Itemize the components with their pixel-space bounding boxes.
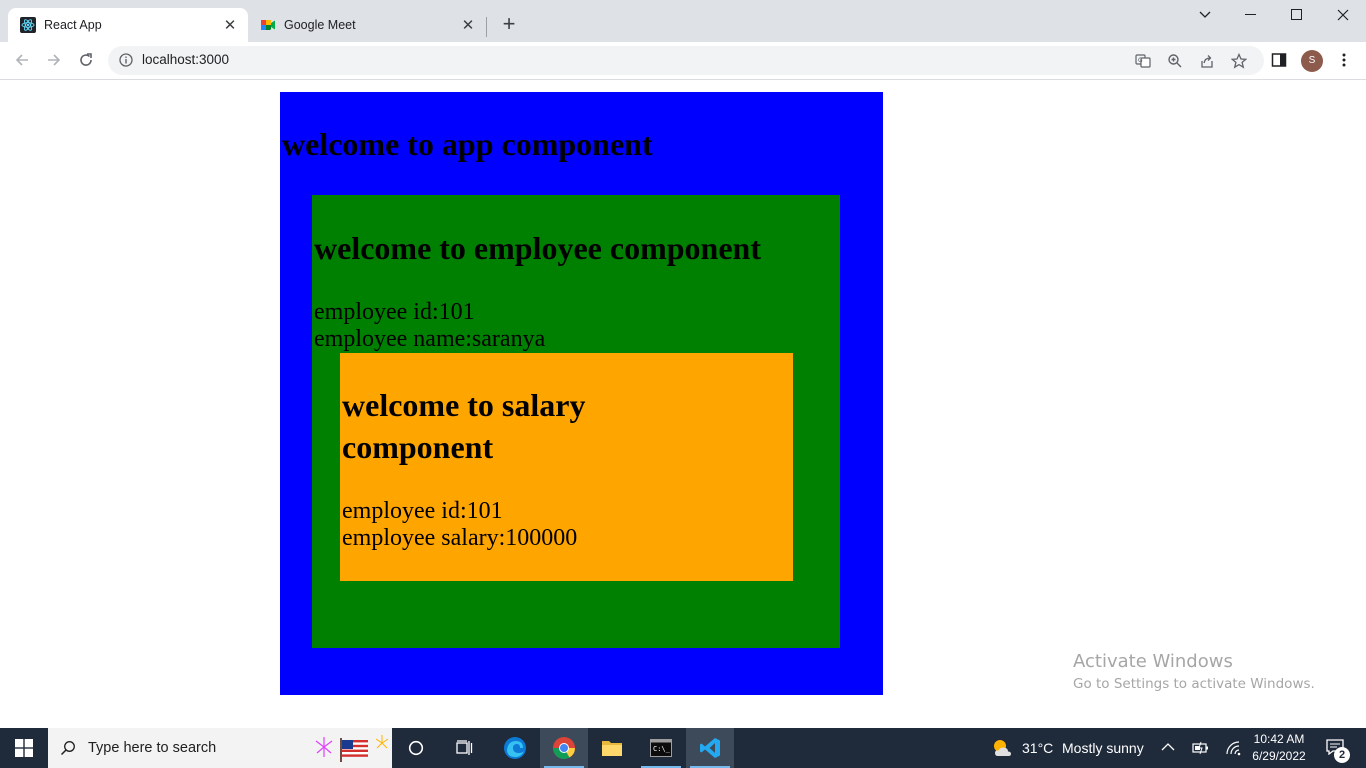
employee-heading: welcome to employee component — [314, 230, 761, 266]
tab-strip: React App ✕ Google Meet ✕ + — [0, 0, 1366, 42]
taskbar-clock[interactable]: 10:42 AM 6/29/2022 — [1246, 731, 1312, 765]
employee-id: employee id:101 — [314, 299, 475, 325]
command-prompt-icon[interactable]: C:\_ — [637, 728, 685, 768]
chrome-browser-icon[interactable] — [540, 728, 588, 768]
salary-employee-id: employee id:101 — [342, 498, 503, 524]
tab-title: React App — [44, 18, 102, 32]
zoom-icon[interactable] — [1167, 53, 1183, 69]
tab-google-meet[interactable]: Google Meet ✕ — [248, 8, 486, 42]
close-window-icon[interactable] — [1320, 0, 1366, 30]
menu-kebab-icon[interactable] — [1336, 52, 1352, 68]
taskbar-search-box[interactable]: Type here to search — [48, 728, 392, 768]
url-text: localhost:3000 — [142, 52, 230, 67]
weather-temp[interactable]: 31°C — [1022, 740, 1053, 756]
bookmark-star-icon[interactable] — [1231, 53, 1247, 69]
svg-text:C:\_: C:\_ — [653, 745, 671, 753]
back-arrow-icon[interactable] — [8, 46, 36, 74]
search-icon — [60, 741, 75, 756]
tab-close-icon[interactable]: ✕ — [220, 15, 240, 35]
svg-text:G: G — [1138, 57, 1143, 64]
new-tab-button[interactable]: + — [498, 13, 520, 36]
watermark-subtitle: Go to Settings to activate Windows. — [1073, 676, 1315, 692]
activate-windows-watermark: Activate Windows Go to Settings to activ… — [1073, 651, 1315, 692]
vscode-icon[interactable] — [686, 728, 734, 768]
address-bar[interactable]: localhost:3000 G — [108, 46, 1264, 75]
reload-icon[interactable] — [72, 46, 100, 74]
taskbar: Type here to search C:\_ 31°C Mostly sun… — [0, 728, 1366, 768]
notification-center-button[interactable]: 2 — [1318, 728, 1366, 768]
windows-start-icon[interactable] — [0, 728, 48, 768]
edge-browser-icon[interactable] — [491, 728, 539, 768]
task-view-icon[interactable] — [440, 728, 488, 768]
chevron-up-icon[interactable] — [1161, 742, 1175, 752]
google-meet-icon — [261, 20, 275, 30]
minimize-icon[interactable] — [1228, 0, 1274, 30]
battery-icon[interactable] — [1192, 741, 1210, 755]
translate-icon[interactable]: G — [1135, 53, 1151, 69]
wifi-icon[interactable] — [1224, 740, 1242, 756]
salary-heading-line1: welcome to salary — [342, 387, 586, 423]
employee-salary: employee salary:100000 — [342, 525, 578, 551]
forward-arrow-icon[interactable] — [40, 46, 68, 74]
tab-close-icon[interactable]: ✕ — [458, 15, 478, 35]
react-logo-icon — [20, 17, 36, 33]
notification-badge: 2 — [1334, 747, 1350, 763]
profile-avatar[interactable]: S — [1301, 50, 1323, 72]
clock-date: 6/29/2022 — [1252, 749, 1306, 763]
fireworks-flag-icon[interactable] — [312, 731, 392, 765]
side-panel-icon[interactable] — [1271, 52, 1287, 68]
tab-search-chevron-icon[interactable] — [1182, 0, 1228, 30]
maximize-icon[interactable] — [1274, 0, 1320, 30]
tab-react-app[interactable]: React App ✕ — [8, 8, 248, 42]
tab-title: Google Meet — [284, 18, 356, 32]
weather-condition[interactable]: Mostly sunny — [1062, 740, 1144, 756]
info-icon[interactable] — [119, 53, 133, 67]
salary-heading-line2: component — [342, 429, 494, 465]
app-heading: welcome to app component — [282, 126, 653, 162]
weather-partly-sunny-icon[interactable] — [992, 738, 1014, 758]
clock-time: 10:42 AM — [1253, 732, 1305, 746]
browser-toolbar: localhost:3000 G S — [0, 42, 1366, 80]
employee-name: employee name:saranya — [314, 326, 546, 352]
cortana-icon[interactable] — [392, 728, 440, 768]
watermark-title: Activate Windows — [1073, 651, 1233, 672]
tab-separator — [486, 17, 487, 37]
search-placeholder: Type here to search — [88, 740, 217, 756]
file-explorer-icon[interactable] — [588, 728, 636, 768]
share-icon[interactable] — [1199, 53, 1215, 69]
